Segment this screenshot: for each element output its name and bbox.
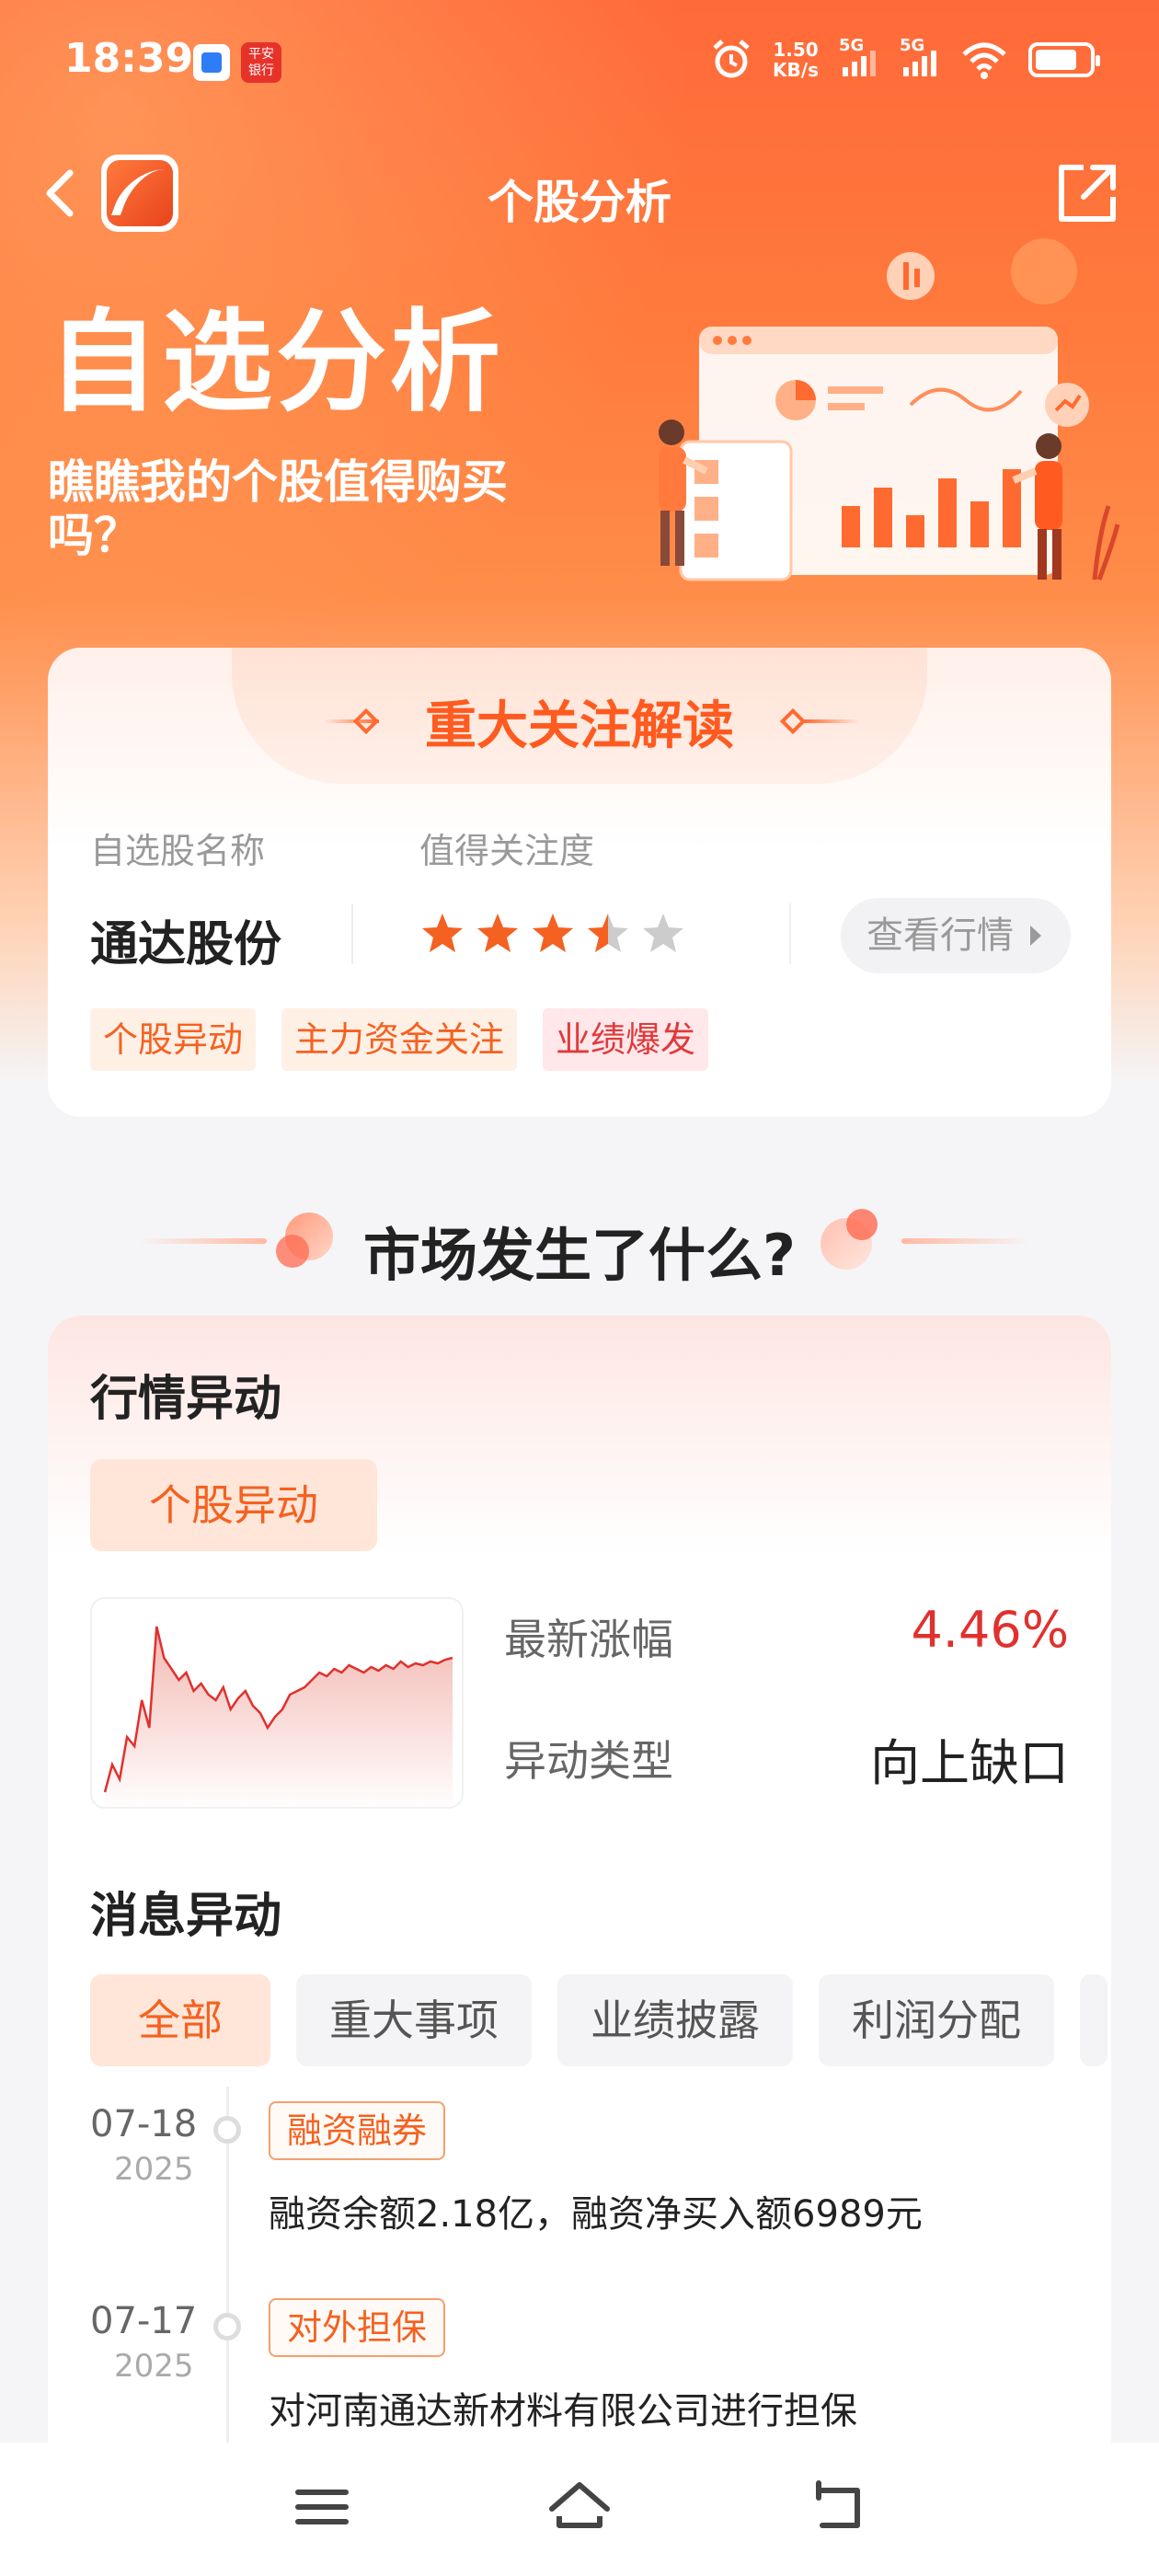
- news-year: 2025: [114, 2348, 194, 2385]
- battery-icon: [1028, 42, 1100, 77]
- news-tag: 融资融券: [269, 2101, 446, 2160]
- latest-change-label: 最新涨幅: [504, 1615, 673, 1664]
- market-section-title: 市场发生了什么?: [363, 1222, 796, 1289]
- news-date: 07-18: [90, 2103, 198, 2145]
- nav-bar: 个股分析: [0, 147, 1159, 239]
- market-anomaly-title: 行情异动: [90, 1372, 282, 1427]
- focus-tag: 业绩爆发: [543, 1008, 709, 1071]
- news-tag: 对外担保: [269, 2298, 446, 2357]
- divider: [789, 903, 791, 964]
- notification-app-icon: [193, 44, 230, 81]
- signal-1: 5G: [839, 36, 879, 80]
- stock-name-label: 自选股名称: [90, 831, 266, 871]
- divider: [351, 903, 353, 964]
- focus-header-title: 重大关注解读: [425, 696, 734, 756]
- bank-app-label-2: 银行: [248, 63, 274, 78]
- bank-app-label-1: 平安: [248, 47, 274, 62]
- signal-2: 5G: [900, 36, 940, 80]
- star-icon: [533, 914, 573, 952]
- status-right: 1.50 KB/s 5G 5G: [710, 36, 1100, 81]
- price-sparkline[interactable]: [90, 1597, 464, 1809]
- news-date: 07-17: [90, 2300, 198, 2342]
- star-icon: [588, 914, 628, 952]
- stock-name: 通达股份: [90, 917, 282, 972]
- focus-interpretation-card: 重大关注解读 自选股名称 值得关注度 通达股份 查看行情 个股异动 主力资金关注业…: [48, 648, 1111, 1117]
- news-text[interactable]: 融资余额2.18亿，融资净买入额6989元: [269, 2184, 923, 2237]
- market-section-header: 市场发生了什么?: [0, 1196, 1159, 1289]
- section-deco-line-right: [901, 1238, 1030, 1244]
- bank-app-icon: 平安 银行: [241, 42, 281, 83]
- news-anomaly-title: 消息异动: [90, 1889, 282, 1944]
- attention-label: 值得关注度: [419, 831, 595, 871]
- timeline-dot: [213, 2116, 241, 2144]
- news-filter-2[interactable]: 业绩披露: [557, 1974, 793, 2066]
- news-filter-row: 全部 重大事项 业绩披露 利润分配: [90, 1974, 1107, 2066]
- status-bar: 18:39 平安 银行 1.50 KB/s 5G 5G: [0, 0, 1159, 120]
- view-quote-button[interactable]: 查看行情: [841, 898, 1071, 973]
- system-nav-bar: [0, 2443, 1159, 2576]
- market-anomaly-card: 行情异动 个股异动 最新涨幅 4.46% 异动类型 向上缺口 消息异动 全部 重大…: [48, 1316, 1111, 2576]
- news-filter-3[interactable]: 利润分配: [819, 1974, 1054, 2066]
- hero-title: 自选分析: [48, 299, 504, 427]
- news-filter-0[interactable]: 全部: [90, 1974, 270, 2066]
- focus-tag: 主力资金关注: [281, 1008, 518, 1071]
- focus-tag: 个股异动: [90, 1008, 257, 1071]
- timeline-dot: [213, 2313, 241, 2340]
- news-text[interactable]: 对河南通达新材料有限公司进行担保: [269, 2381, 857, 2434]
- signal-bars-icon: [903, 51, 936, 76]
- news-filter-1[interactable]: 重大事项: [296, 1974, 532, 2066]
- sparkline-area: [105, 1627, 453, 1807]
- attention-stars: [419, 911, 686, 957]
- star-icon: [422, 914, 463, 952]
- focus-tags: 个股异动 主力资金关注 业绩爆发: [90, 1008, 709, 1071]
- news-year: 2025: [114, 2151, 194, 2188]
- page-title: 个股分析: [488, 176, 671, 229]
- net-speed: 1.50 KB/s: [773, 40, 819, 80]
- signal-bars-icon: [843, 51, 876, 76]
- wifi-icon: [962, 42, 1006, 79]
- section-deco-dot: [846, 1209, 878, 1240]
- latest-change-value: 4.46%: [911, 1601, 1069, 1659]
- alarm-icon: [713, 40, 750, 78]
- star-icon: [643, 914, 683, 952]
- sparkline-svg: [103, 1626, 453, 1807]
- net-speed-unit: KB/s: [773, 59, 819, 81]
- move-type-label: 异动类型: [504, 1736, 673, 1786]
- star-icon: [477, 914, 518, 952]
- share-icon[interactable]: [1052, 158, 1122, 228]
- move-type-value: 向上缺口: [870, 1734, 1069, 1792]
- analysis-illustration: [659, 238, 1120, 581]
- hero-subtitle: 瞧瞧我的个股值得购买吗？: [48, 455, 508, 562]
- status-time: 18:39: [64, 35, 194, 82]
- menu-icon[interactable]: [285, 2470, 359, 2544]
- return-icon[interactable]: [800, 2470, 874, 2544]
- stock-anomaly-chip[interactable]: 个股异动: [90, 1459, 377, 1551]
- net-speed-value: 1.50: [773, 39, 819, 61]
- home-icon[interactable]: [543, 2470, 616, 2544]
- news-filter-overflow[interactable]: [1080, 1974, 1107, 2066]
